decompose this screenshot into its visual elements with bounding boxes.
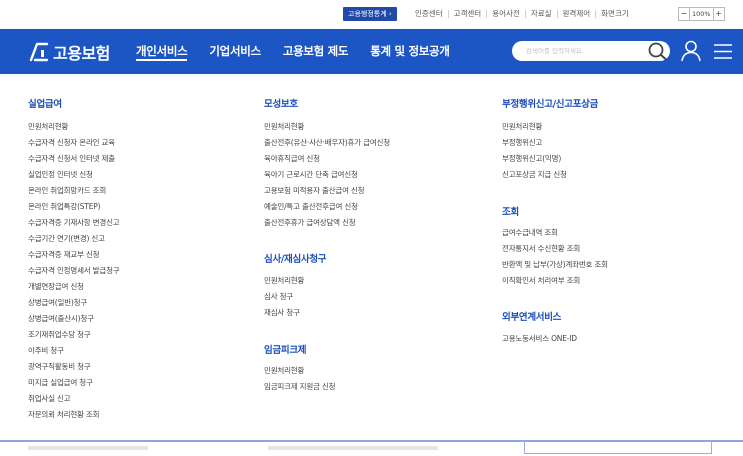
menu-item[interactable]: 부정행위신고(익명) [502,153,561,164]
search-icon[interactable] [647,41,669,61]
menu-item[interactable]: 임금피크제 지원금 신청 [264,381,336,392]
zoom-control: − 100% + [678,7,725,21]
menu-item[interactable]: 민원처리현황 [264,121,304,132]
util-link-library[interactable]: 자료실 [526,6,557,22]
menu-item[interactable]: 부정행위신고 [502,137,542,148]
zoom-out-button[interactable]: − [678,7,690,21]
menu-item[interactable]: 취업사실 신고 [28,393,71,404]
nav-item-personal-services[interactable]: 개인서비스 [136,29,188,74]
menu-item[interactable]: 광역구직활동비 청구 [28,361,91,372]
menu-item[interactable]: 상병급여(출산시)청구 [28,313,94,324]
util-link-certification-center[interactable]: 인증센터 [410,6,448,22]
menu-item[interactable]: 민원처리현황 [502,121,542,132]
main-navigation: 고용보험 개인서비스 기업서비스 고용보험 제도 통계 및 정보공개 [0,29,743,74]
section-title-unemployment-benefits[interactable]: 실업급여 [28,96,62,110]
nav-item-insurance-system[interactable]: 고용보험 제도 [283,29,349,74]
menu-item[interactable]: 출산전후휴가 급여상담액 신청 [264,217,356,228]
menu-item[interactable]: 이주비 청구 [28,345,64,356]
menu-item[interactable]: 급여수급내역 조회 [502,227,558,238]
section-title-inquiry[interactable]: 조회 [502,204,519,218]
menu-item[interactable]: 고용보험 미적용자 출산급여 신청 [264,185,365,196]
menu-item[interactable]: 수급자격 인정명세서 발급청구 [28,265,120,276]
util-link-customer-center[interactable]: 고객센터 [449,6,487,22]
gnb-menu: 개인서비스 기업서비스 고용보험 제도 통계 및 정보공개 [136,29,472,74]
menu-item[interactable]: 전자통지서 수신현황 조회 [502,243,580,254]
utility-links: 인증센터 고객센터 용어사전 자료실 원격제어 화면크기 [410,6,634,22]
menu-item[interactable]: 민원처리현황 [264,365,304,376]
nav-item-business-services[interactable]: 기업서비스 [209,29,261,74]
site-logo[interactable]: 고용보험 [28,40,110,64]
employment-statistics-badge[interactable]: 고용행정통계 › [343,7,397,21]
menu-item[interactable]: 육아기 근로시간 단축 급여신청 [264,169,358,180]
menu-item[interactable]: 민원처리현황 [28,121,68,132]
user-icon[interactable] [680,39,702,63]
mega-menu-panel: 실업급여 민원처리현황 수급자격 신청자 온라인 교육 수급자격 신청서 인터넷… [0,74,743,440]
menu-item[interactable]: 고용노동서비스 ONE-ID [502,333,577,344]
menu-item[interactable]: 심사 청구 [264,291,293,302]
underlying-content [268,446,438,450]
menu-item[interactable]: 온라인 취업희망카드 조회 [28,185,106,196]
zoom-in-button[interactable]: + [712,7,725,21]
menu-item[interactable]: 예술인/특고 출산전후급여 신청 [264,201,358,212]
menu-item[interactable]: 이직확인서 처리여부 조회 [502,275,580,286]
logo-mark-icon [29,42,49,62]
util-label-screen-size: 화면크기 [601,9,629,18]
menu-item[interactable]: 상병급여(일반)청구 [28,297,87,308]
search-input[interactable] [526,44,641,58]
util-link-glossary[interactable]: 용어사전 [487,6,525,22]
menu-item[interactable]: 수급자격증 기재사항 변경신고 [28,217,120,228]
hamburger-menu-icon[interactable] [713,43,733,60]
utility-bar: 고용행정통계 › 인증센터 고객센터 용어사전 자료실 원격제어 화면크기 − … [0,0,743,29]
section-title-fraud-report[interactable]: 부정행위신고/신고포상금 [502,96,598,110]
menu-item[interactable]: 육아휴직급여 신청 [264,153,320,164]
menu-item[interactable]: 재심사 청구 [264,307,300,318]
menu-item[interactable]: 수급기간 연기(변경) 신고 [28,233,105,244]
menu-item[interactable]: 수급자격증 재교부 신청 [28,249,100,260]
menu-item[interactable]: 수급자격 신청서 인터넷 제출 [28,153,115,164]
menu-item[interactable]: 미지급 실업급여 청구 [28,377,93,388]
section-title-review-appeal[interactable]: 심사/재심사청구 [264,251,327,265]
menu-item[interactable]: 신고포상금 지급 신청 [502,169,567,180]
section-title-wage-peak[interactable]: 임금피크제 [264,342,307,356]
menu-item[interactable]: 수급자격 신청자 온라인 교육 [28,137,115,148]
section-title-external-services[interactable]: 외부연계서비스 [502,309,561,323]
menu-item[interactable]: 실업인정 인터넷 신청 [28,169,93,180]
nav-item-statistics-disclosure[interactable]: 통계 및 정보공개 [370,29,450,74]
menu-item[interactable]: 민원처리현황 [264,275,304,286]
menu-item[interactable]: 개별연장급여 신청 [28,281,84,292]
menu-item[interactable]: 반환액 및 납부(가상)계좌번호 조회 [502,259,608,270]
menu-item[interactable]: 자문의뢰 처리현황 조회 [28,409,100,420]
underlying-content [28,446,148,450]
section-title-maternity-protection[interactable]: 모성보호 [264,96,298,110]
underlying-panel [524,442,712,454]
logo-text: 고용보험 [53,46,110,63]
util-link-remote-control[interactable]: 원격제어 [558,6,596,22]
zoom-level: 100% [690,7,713,21]
menu-item[interactable]: 온라인 취업특강(STEP) [28,201,101,212]
menu-item[interactable]: 조기재취업수당 청구 [28,329,91,340]
menu-item[interactable]: 출산전후(유산·사산·배우자)휴가 급여신청 [264,137,390,148]
